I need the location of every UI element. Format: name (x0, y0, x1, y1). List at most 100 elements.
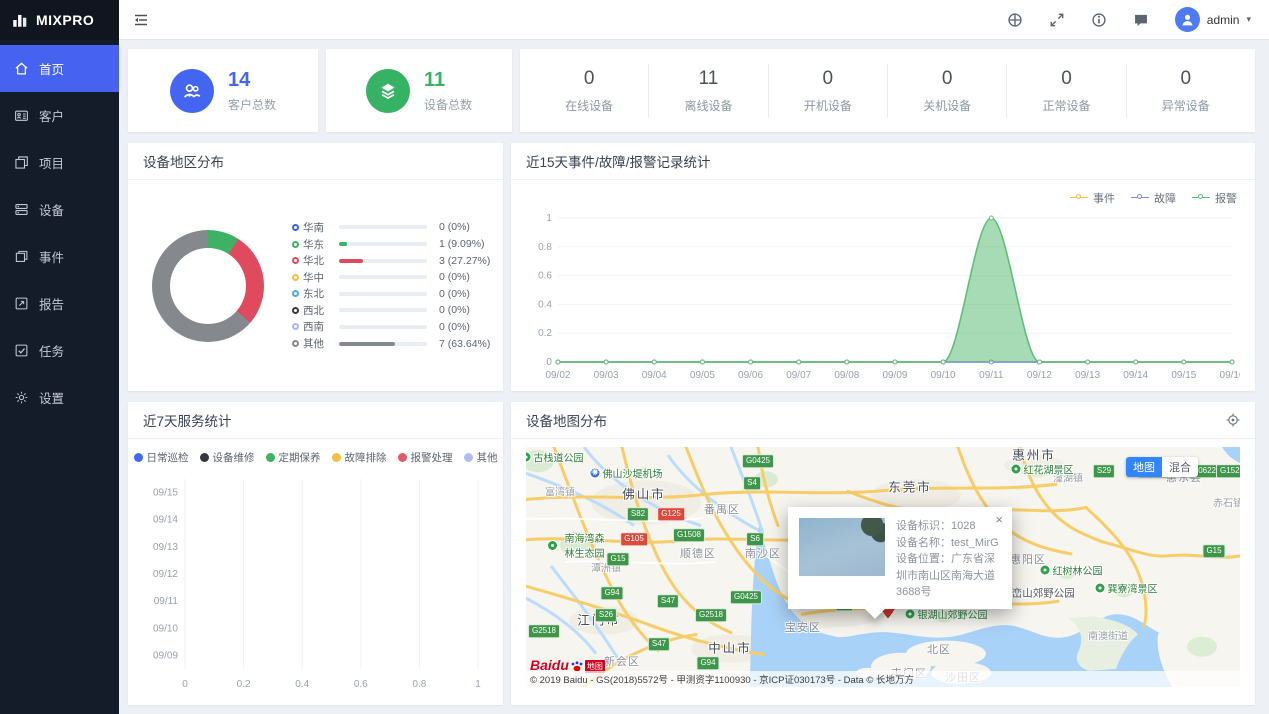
sidebar-item-settings[interactable]: 设置 (0, 374, 119, 421)
sidebar-item-tasks[interactable]: 任务 (0, 327, 119, 374)
stat-item: 0正常设备 (1007, 64, 1126, 118)
region-legend-row[interactable]: 华北3 (27.27%) (292, 252, 493, 269)
region-name: 华北 (303, 253, 339, 268)
sidebar-item-label: 首页 (39, 59, 64, 78)
events-legend-item[interactable]: 事件 (1070, 189, 1115, 206)
map-type-selected[interactable]: 地图 (1126, 457, 1162, 477)
road-badge: S82 (627, 507, 649, 521)
legend-dot-marker (398, 453, 407, 462)
svg-text:09/11: 09/11 (154, 596, 179, 607)
legend-ring-marker (292, 241, 299, 248)
sidebar-item-customers[interactable]: 客户 (0, 92, 119, 139)
svg-text:09/10: 09/10 (931, 370, 956, 381)
svg-text:09/09: 09/09 (153, 650, 178, 661)
legend-label: 日常巡检 (147, 450, 189, 465)
service-legend-item[interactable]: 报警处理 (398, 450, 453, 465)
region-legend-row[interactable]: 其他7 (63.64%) (292, 335, 493, 352)
service-legend-item[interactable]: 定期保养 (266, 450, 321, 465)
dashboard-content: 14客户总数 11设备总数 0在线设备11离线设备0开机设备0关机设备0正常设备… (119, 40, 1269, 714)
summary-text: 14客户总数 (228, 69, 276, 113)
sidebar-item-home[interactable]: 首页 (0, 45, 119, 92)
legend-label: 定期保养 (279, 450, 321, 465)
road-badge: G125 (657, 507, 685, 521)
stat-value: 0 (1007, 68, 1125, 90)
events-legend: 事件故障 报警 (511, 180, 1255, 206)
region-name: 西南 (303, 319, 339, 334)
events-legend-item[interactable]: 故障 (1131, 189, 1176, 206)
region-legend-row[interactable]: 西南0 (0%) (292, 319, 493, 336)
stat-item: 0开机设备 (769, 64, 888, 118)
service-legend-item[interactable]: 其他 (464, 450, 498, 465)
stat-label: 在线设备 (530, 97, 648, 114)
sidebar-item-projects[interactable]: 项目 (0, 139, 119, 186)
svg-text:09/14: 09/14 (153, 515, 178, 526)
legend-dot-marker (200, 453, 209, 462)
region-value: 7 (63.64%) (439, 338, 490, 350)
device-info-rows: 设备标识：1028设备名称：test_MirG设备位置：广东省深圳市南山区南海大… (896, 518, 1001, 598)
map-canvas[interactable]: 佛山市东莞市惠州市江门市中山市番禺区顺德区南沙区新会区惠东县惠阳区宝安区北区屯门… (526, 447, 1240, 687)
grid-globe-icon[interactable] (1007, 12, 1023, 28)
sidebar-item-devices[interactable]: 设备 (0, 186, 119, 233)
close-icon[interactable]: × (995, 513, 1003, 526)
message-icon[interactable] (1133, 12, 1149, 28)
event-icon (14, 249, 29, 264)
svg-text:0: 0 (546, 357, 552, 368)
svg-text:1: 1 (475, 679, 481, 690)
summary-label: 设备总数 (424, 96, 472, 113)
road-badge: G2518 (695, 608, 727, 622)
road-badge: S4 (743, 476, 761, 490)
svg-text:0.8: 0.8 (538, 242, 552, 253)
legend-label: 报警 (1215, 190, 1237, 206)
stat-value: 11 (649, 68, 767, 90)
device-info-row: 设备标识：1028 (896, 518, 1001, 535)
road-badge: G15 (1202, 544, 1225, 558)
road-badge: G0425 (742, 454, 774, 468)
sidebar-item-reports[interactable]: 报告 (0, 280, 119, 327)
fullscreen-icon[interactable] (1049, 12, 1065, 28)
task-icon (14, 343, 29, 358)
legend-label: 设备维修 (213, 450, 255, 465)
region-name: 东北 (303, 286, 339, 301)
service-bar-chart: 00.20.40.60.8109/1509/1409/1309/1209/110… (143, 471, 488, 699)
map-type-toggle: 地图混合 (1126, 457, 1198, 477)
region-legend-row[interactable]: 华中0 (0%) (292, 269, 493, 286)
map-type-option[interactable]: 混合 (1162, 457, 1198, 477)
info-icon[interactable] (1091, 12, 1107, 28)
events-legend-item[interactable]: 报警 (1192, 189, 1237, 206)
device-info-row: 设备名称：test_MirG (896, 535, 1001, 552)
sidebar-item-label: 客户 (39, 106, 64, 125)
locate-icon[interactable] (1226, 413, 1240, 427)
region-value: 0 (0%) (439, 271, 470, 283)
map-panel-title: 设备地图分布 (526, 410, 607, 430)
service-legend-item[interactable]: 故障排除 (332, 450, 387, 465)
menu-fold-icon[interactable] (133, 12, 149, 28)
region-value: 0 (0%) (439, 288, 470, 300)
user-menu[interactable]: admin ▾ (1175, 7, 1251, 32)
region-bar-track (339, 308, 427, 312)
region-donut-chart (152, 230, 264, 342)
stat-label: 异常设备 (1127, 97, 1245, 114)
road-badge: S47 (648, 637, 670, 651)
legend-ring-marker (292, 323, 299, 330)
sidebar-nav: 首页客户项目设备事件报告任务设置 (0, 40, 119, 421)
region-name: 华南 (303, 220, 339, 235)
svg-text:09/05: 09/05 (690, 370, 715, 381)
sidebar-item-events[interactable]: 事件 (0, 233, 119, 280)
sidebar-item-label: 任务 (39, 341, 64, 360)
region-legend-row[interactable]: 华南0 (0%) (292, 219, 493, 236)
region-panel-title: 设备地区分布 (128, 143, 503, 180)
service-panel-title: 近7天服务统计 (128, 402, 503, 439)
layers-icon (366, 69, 410, 113)
report-icon (14, 296, 29, 311)
legend-ring-marker (292, 307, 299, 314)
service-legend-item[interactable]: 设备维修 (200, 450, 255, 465)
region-legend-row[interactable]: 东北 0 (0%) (292, 286, 493, 303)
summary-label: 客户总数 (228, 96, 276, 113)
road-badge: G94 (600, 586, 623, 600)
region-legend-row[interactable]: 西北0 (0%) (292, 302, 493, 319)
service-legend-item[interactable]: 日常巡检 (134, 450, 189, 465)
region-legend-row[interactable]: 华东1 (9.09%) (292, 236, 493, 253)
svg-text:09/06: 09/06 (738, 370, 763, 381)
sidebar-item-label: 事件 (39, 247, 64, 266)
legend-dot-marker (266, 453, 275, 462)
